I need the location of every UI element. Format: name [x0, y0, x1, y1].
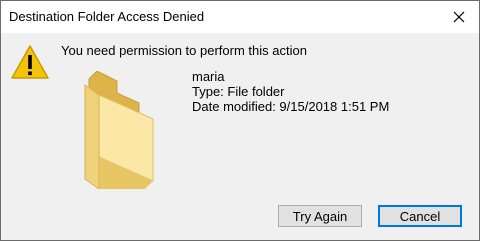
item-date-modified: Date modified: 9/15/2018 1:51 PM: [192, 99, 390, 114]
permission-message: You need permission to perform this acti…: [61, 43, 307, 58]
close-button[interactable]: [439, 1, 479, 33]
folder-icon: [84, 71, 154, 189]
warning-icon: [11, 45, 49, 79]
title-bar[interactable]: Destination Folder Access Denied: [1, 1, 479, 33]
cancel-button[interactable]: Cancel: [378, 205, 462, 227]
item-info: maria Type: File folder Date modified: 9…: [192, 69, 389, 114]
dialog-title: Destination Folder Access Denied: [9, 9, 205, 24]
item-name: maria: [192, 69, 225, 84]
access-denied-dialog: Destination Folder Access Denied You nee…: [0, 0, 480, 241]
try-again-button[interactable]: Try Again: [278, 205, 362, 227]
item-type: Type: File folder: [192, 84, 285, 99]
close-icon: [453, 11, 465, 23]
